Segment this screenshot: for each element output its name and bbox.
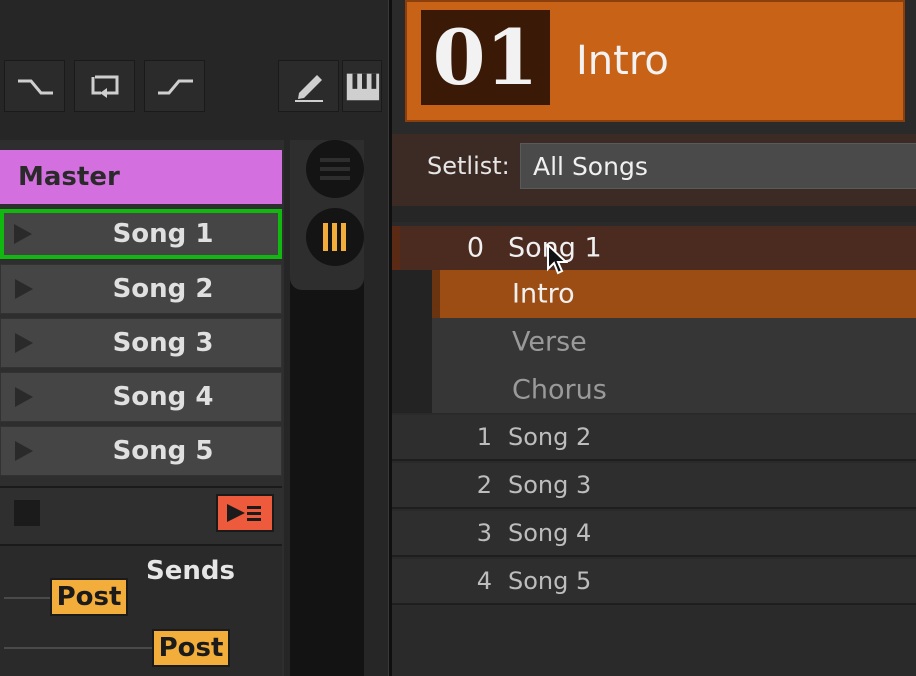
scene-song-4[interactable]: Song 4 xyxy=(0,372,282,422)
song-name: Song 3 xyxy=(508,471,592,499)
scene-song-3[interactable]: Song 3 xyxy=(0,318,282,368)
fade-in-button[interactable] xyxy=(144,60,205,112)
song-index: 2 xyxy=(476,471,492,499)
song-row[interactable]: 1 Song 2 xyxy=(392,415,916,461)
play-list-icon xyxy=(227,504,261,522)
scene-label: Song 2 xyxy=(112,274,214,304)
loop-button[interactable] xyxy=(74,60,135,112)
separator xyxy=(392,206,916,222)
scene-label: Song 3 xyxy=(112,328,214,358)
draw-mode-button[interactable] xyxy=(278,60,339,112)
send-b-post-toggle[interactable]: Post xyxy=(152,629,230,667)
section-row-intro[interactable]: Intro xyxy=(432,270,916,318)
section-gutter xyxy=(392,270,432,413)
section-name: Verse xyxy=(512,326,587,358)
keyboard-button[interactable] xyxy=(342,60,382,112)
song-row[interactable]: 3 Song 4 xyxy=(392,511,916,557)
send-a-post-toggle[interactable]: Post xyxy=(50,578,128,616)
fade-out-button[interactable] xyxy=(4,60,65,112)
current-section-name: Intro xyxy=(576,38,669,84)
setlist-value: All Songs xyxy=(533,151,648,181)
pencil-icon xyxy=(294,75,323,102)
song-index: 0 xyxy=(466,232,484,264)
stop-all-clips-button[interactable] xyxy=(14,500,40,526)
song-index: 3 xyxy=(476,519,492,547)
piano-icon xyxy=(346,73,380,101)
song-row[interactable]: 2 Song 3 xyxy=(392,463,916,509)
rack-view-toggle[interactable] xyxy=(306,208,364,266)
song-name: Song 5 xyxy=(508,567,592,595)
loop-icon xyxy=(91,75,118,98)
scene-song-5[interactable]: Song 5 xyxy=(0,426,282,476)
mouse-cursor-icon xyxy=(547,244,568,275)
send-line xyxy=(4,647,154,649)
song-index: 1 xyxy=(476,423,492,451)
menu-lines-icon xyxy=(320,158,350,180)
scene-label: Song 4 xyxy=(112,382,214,412)
send-line xyxy=(4,597,50,599)
song-name: Song 2 xyxy=(508,423,592,451)
section-row-verse[interactable]: Verse xyxy=(432,318,916,366)
current-section-number: 01 xyxy=(421,10,550,105)
setlist-dropdown[interactable]: All Songs xyxy=(520,143,916,189)
song-row-expanded[interactable]: 0 Song 1 xyxy=(392,226,916,270)
song-index: 4 xyxy=(476,567,492,595)
section-row-chorus[interactable]: Chorus xyxy=(432,366,916,413)
sends-label: Sends xyxy=(146,556,235,586)
song-name: Song 4 xyxy=(508,519,592,547)
columns-icon xyxy=(323,223,346,251)
fade-in-icon xyxy=(157,79,193,95)
row-marker xyxy=(392,226,400,270)
section-name: Chorus xyxy=(512,374,607,405)
song-row[interactable]: 4 Song 5 xyxy=(392,559,916,605)
scene-song-1[interactable]: Song 1 xyxy=(0,209,282,259)
list-view-toggle[interactable] xyxy=(306,140,364,198)
setlist-label: Setlist: xyxy=(427,152,510,180)
fade-out-icon xyxy=(17,79,53,95)
master-track-header[interactable]: Master xyxy=(0,150,282,204)
section-name: Intro xyxy=(512,278,575,310)
launch-queue-button[interactable] xyxy=(216,494,274,532)
scene-song-2[interactable]: Song 2 xyxy=(0,264,282,314)
scene-label: Song 1 xyxy=(112,219,214,249)
scene-label: Song 5 xyxy=(112,436,214,466)
sends-section xyxy=(0,544,282,676)
